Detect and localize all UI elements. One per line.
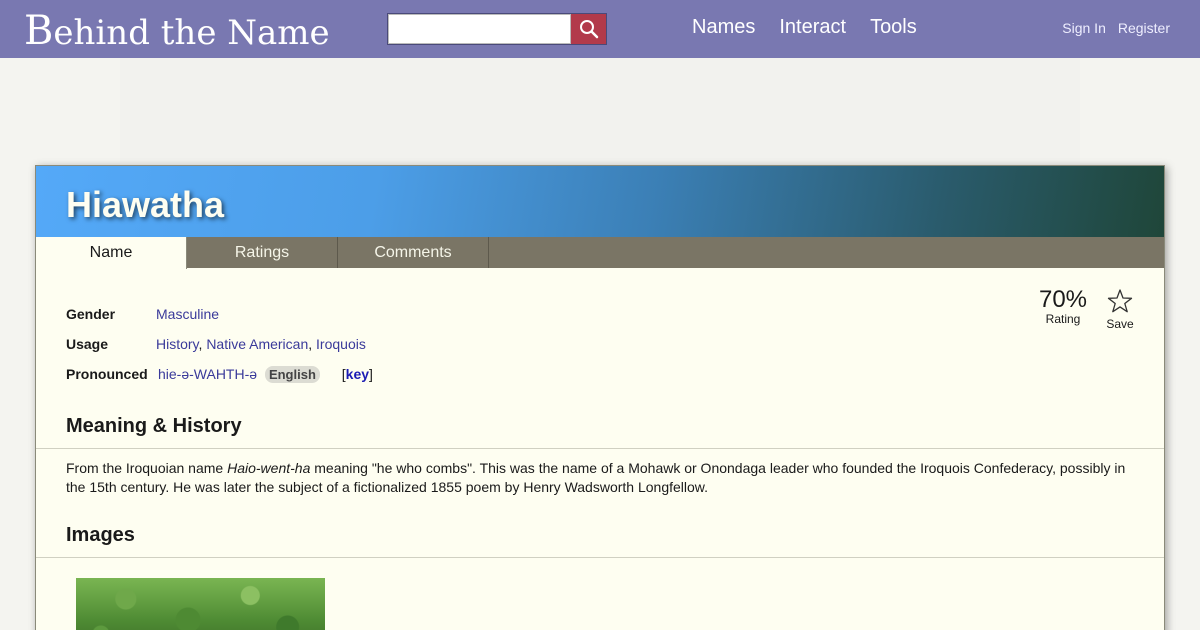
meaning-divider xyxy=(36,448,1164,449)
meaning-original-name: Haio-went-ha xyxy=(227,460,311,476)
tab-ratings[interactable]: Ratings xyxy=(187,237,338,268)
images-heading: Images xyxy=(66,524,135,546)
sign-in-link[interactable]: Sign In xyxy=(1062,20,1106,36)
logo-text: ehind the Name xyxy=(53,13,330,53)
save-label: Save xyxy=(1106,317,1134,331)
usage-link-history[interactable]: History xyxy=(156,336,199,352)
site-logo[interactable]: Behind the Name xyxy=(24,8,330,54)
meaning-heading: Meaning & History xyxy=(66,415,242,437)
pronunciation-key: [key] xyxy=(341,366,373,382)
name-tabs: Name Ratings Comments xyxy=(36,237,1164,269)
nav-names[interactable]: Names xyxy=(692,16,755,39)
name-image[interactable] xyxy=(76,578,325,630)
usage-link-iroquois[interactable]: Iroquois xyxy=(316,336,366,352)
search-icon xyxy=(579,20,598,39)
search-input[interactable] xyxy=(388,14,571,44)
usage-link-native-american[interactable]: Native American xyxy=(206,336,308,352)
tab-comments[interactable]: Comments xyxy=(338,237,489,268)
logo-initial: B xyxy=(24,8,54,54)
meaning-text-start: From the Iroquoian name xyxy=(66,460,228,476)
rating-value: 70% xyxy=(1038,286,1088,313)
rating-widget[interactable]: 70% Rating xyxy=(1036,286,1090,326)
usage-values: History, Native American, Iroquois xyxy=(156,336,366,352)
register-link[interactable]: Register xyxy=(1118,20,1170,36)
rating-label: Rating xyxy=(1045,312,1081,326)
gender-value: Masculine xyxy=(156,306,219,322)
save-button[interactable]: Save xyxy=(1102,288,1138,331)
nav-interact[interactable]: Interact xyxy=(779,16,846,39)
meaning-text: From the Iroquoian name Haio-went-ha mea… xyxy=(66,459,1146,497)
images-divider xyxy=(36,557,1164,558)
pronunciation-text[interactable]: hie-ə-WAHTH-ə xyxy=(158,366,257,382)
star-icon xyxy=(1107,289,1133,313)
ad-area xyxy=(120,58,1080,163)
main-nav: Names Interact Tools xyxy=(680,16,929,39)
gender-label: Gender xyxy=(66,306,116,322)
nav-tools[interactable]: Tools xyxy=(870,16,917,39)
key-link[interactable]: key xyxy=(346,366,369,382)
gender-link[interactable]: Masculine xyxy=(156,306,219,322)
name-banner: Hiawatha xyxy=(36,166,1164,237)
usage-label: Usage xyxy=(66,336,109,352)
pronounced-label: Pronounced xyxy=(66,366,148,382)
page-title: Hiawatha xyxy=(66,184,225,225)
pronunciation-language-badge: English xyxy=(264,366,320,383)
search-box xyxy=(387,13,607,45)
account-links: Sign In Register xyxy=(1062,20,1170,36)
tab-name[interactable]: Name xyxy=(36,237,187,269)
name-card: Hiawatha Name Ratings Comments 70% Ratin… xyxy=(35,165,1165,630)
pronunciation-values: hie-ə-WAHTH-ə English [key] xyxy=(158,366,373,383)
top-bar: Behind the Name Names Interact Tools Sig… xyxy=(0,0,1200,58)
search-button[interactable] xyxy=(571,14,606,44)
